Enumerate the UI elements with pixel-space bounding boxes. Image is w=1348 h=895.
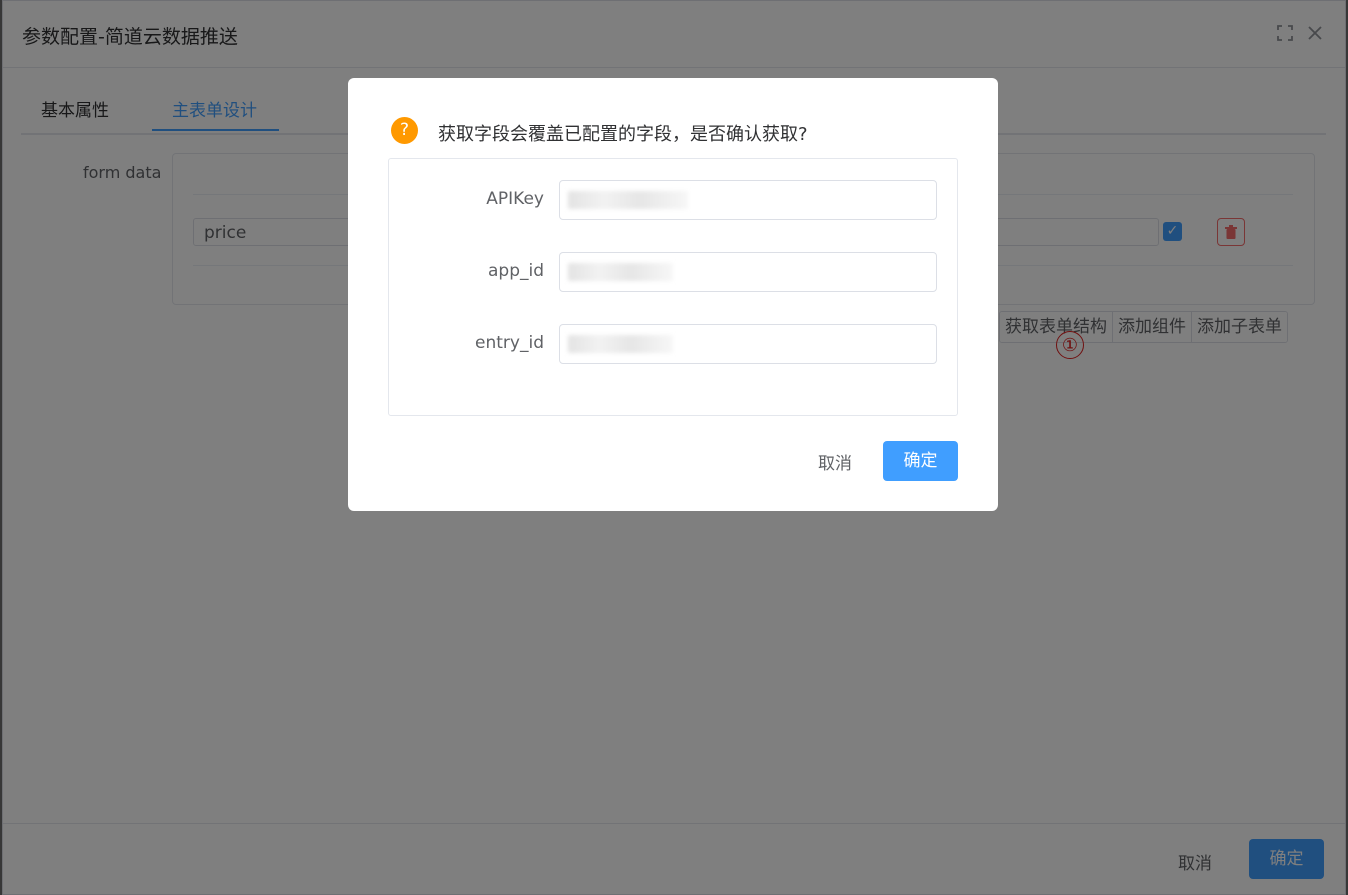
entry-id-input[interactable] [559, 324, 937, 364]
dialog-message: 获取字段会覆盖已配置的字段，是否确认获取? [438, 124, 808, 145]
question-icon: ? [391, 117, 418, 144]
dialog-confirm-button[interactable]: 确定 [883, 441, 958, 481]
redacted-value [568, 263, 673, 281]
apikey-label: APIKey [486, 189, 544, 209]
redacted-value [568, 191, 688, 209]
dialog-cancel-button[interactable]: 取消 [818, 449, 852, 474]
app-id-label: app_id [487, 261, 544, 281]
entry-id-label: entry_id [475, 333, 544, 353]
dialog-fields-panel: APIKey app_id entry_id [388, 158, 958, 416]
confirm-dialog: ? 获取字段会覆盖已配置的字段，是否确认获取? APIKey app_id en… [348, 78, 998, 511]
redacted-value [568, 335, 673, 353]
apikey-input[interactable] [559, 180, 937, 220]
app-id-input[interactable] [559, 252, 937, 292]
